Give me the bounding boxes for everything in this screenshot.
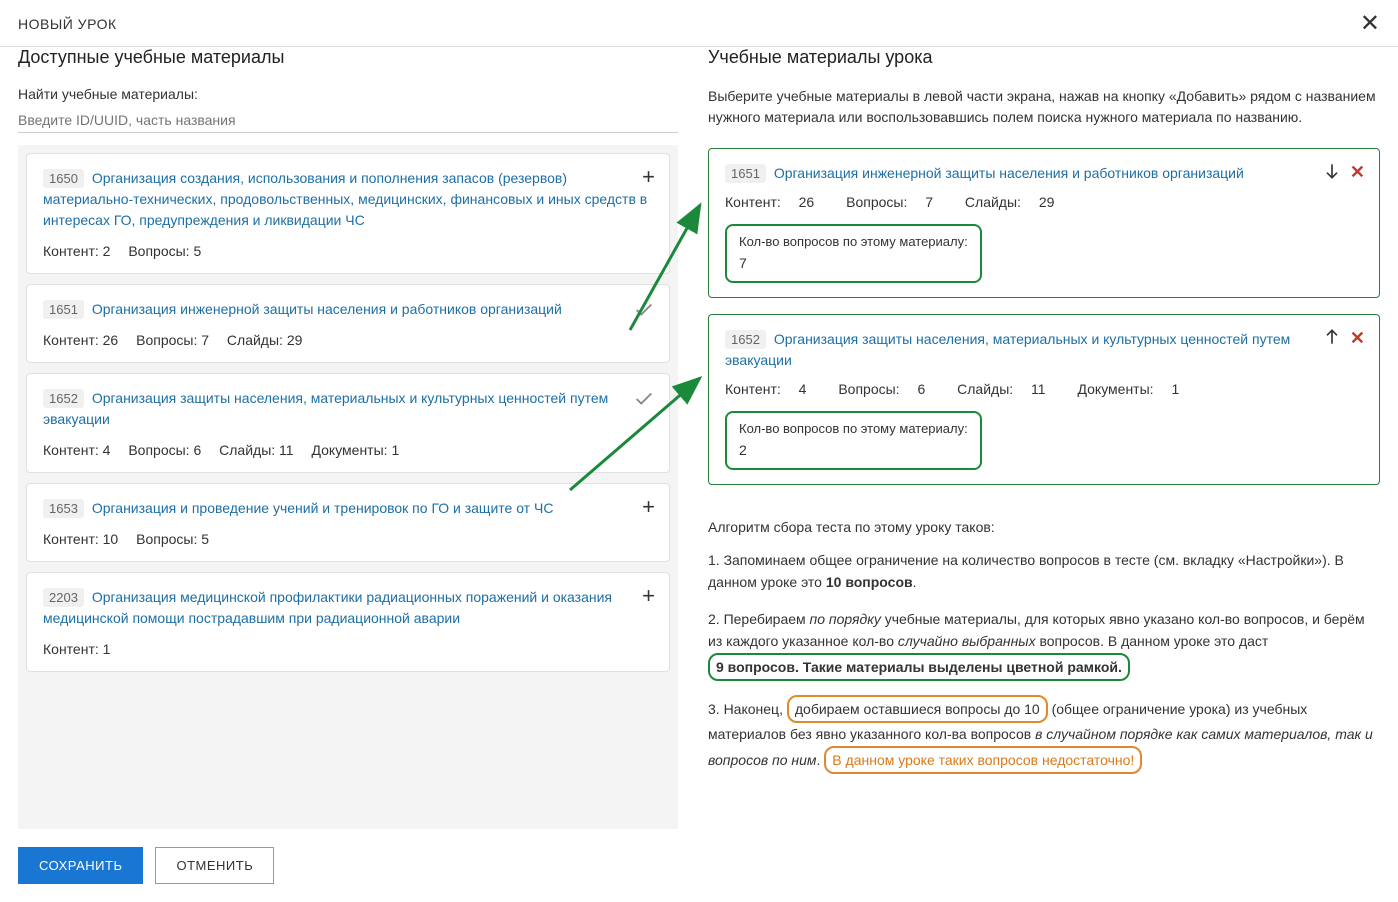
selected-card: 1651 Организация инженерной защиты насел…: [708, 148, 1380, 298]
material-title[interactable]: Организация медицинской профилактики рад…: [43, 589, 612, 626]
search-label: Найти учебные материалы:: [18, 86, 678, 102]
selected-title: Учебные материалы урока: [708, 47, 1380, 68]
material-title[interactable]: Организация создания, использования и по…: [43, 170, 647, 228]
cancel-button[interactable]: ОТМЕНИТЬ: [155, 847, 274, 884]
selected-card: 1652 Организация защиты населения, матер…: [708, 314, 1380, 485]
question-count-box: Кол-во вопросов по этому материалу: 2: [725, 411, 982, 470]
material-meta: Контент: 2 Вопросы: 5: [43, 243, 653, 259]
algo-title: Алгоритм сбора теста по этому уроку тако…: [708, 519, 1380, 535]
modal-title: НОВЫЙ УРОК: [18, 16, 117, 32]
highlight-orange: добираем оставшиеся вопросы до 10: [787, 695, 1048, 723]
material-meta: Контент: 4 Вопросы: 6 Слайды: 11 Докумен…: [43, 442, 653, 458]
material-card: 1651 Организация инженерной защиты насел…: [26, 284, 670, 363]
question-count-input[interactable]: 7: [739, 255, 968, 271]
material-id: 1652: [43, 389, 84, 408]
material-card: 1650 Организация создания, использования…: [26, 153, 670, 274]
material-id: 1653: [43, 499, 84, 518]
material-title[interactable]: Организация и проведение учений и тренир…: [92, 500, 554, 516]
search-input[interactable]: [18, 108, 678, 133]
remove-icon[interactable]: ✕: [1350, 162, 1365, 183]
material-id: 1651: [43, 300, 84, 319]
add-icon[interactable]: +: [642, 166, 655, 188]
check-icon: [633, 388, 655, 413]
material-card: 1652 Организация защиты населения, матер…: [26, 373, 670, 473]
highlight-green: 9 вопросов. Такие материалы выделены цве…: [708, 653, 1130, 681]
material-meta: Контент: 1: [43, 641, 653, 657]
question-count-input[interactable]: 2: [739, 442, 968, 458]
algo-step-3: 3. Наконец, добираем оставшиеся вопросы …: [708, 695, 1380, 774]
available-title: Доступные учебные материалы: [18, 47, 678, 68]
material-card: 2203 Организация медицинской профилактик…: [26, 572, 670, 672]
available-list[interactable]: 1650 Организация создания, использования…: [18, 145, 678, 829]
selected-id: 1651: [725, 164, 766, 183]
material-id: 2203: [43, 588, 84, 607]
selected-meta: Контент: 26 Вопросы: 7 Слайды: 29: [725, 194, 1363, 210]
algo-step-2: 2. Перебираем по порядку учебные материа…: [708, 608, 1380, 681]
check-icon: [633, 299, 655, 324]
material-title[interactable]: Организация инженерной защиты населения …: [92, 301, 562, 317]
selected-meta: Контент: 4 Вопросы: 6 Слайды: 11 Докумен…: [725, 381, 1363, 397]
save-button[interactable]: СОХРАНИТЬ: [18, 847, 143, 884]
instructions-text: Выберите учебные материалы в левой части…: [708, 86, 1380, 128]
add-icon[interactable]: +: [642, 496, 655, 518]
material-meta: Контент: 26 Вопросы: 7 Слайды: 29: [43, 332, 653, 348]
close-icon[interactable]: ✕: [1360, 12, 1380, 36]
selected-id: 1652: [725, 330, 766, 349]
material-id: 1650: [43, 169, 84, 188]
add-icon[interactable]: +: [642, 585, 655, 607]
material-title[interactable]: Организация защиты населения, материальн…: [43, 390, 608, 427]
move-down-icon[interactable]: [1322, 161, 1342, 184]
selected-title-link[interactable]: Организация инженерной защиты населения …: [774, 165, 1304, 181]
move-up-icon[interactable]: [1322, 327, 1342, 350]
material-card: 1653 Организация и проведение учений и т…: [26, 483, 670, 562]
remove-icon[interactable]: ✕: [1350, 328, 1365, 349]
material-meta: Контент: 10 Вопросы: 5: [43, 531, 653, 547]
algo-step-1: 1. Запоминаем общее ограничение на колич…: [708, 549, 1380, 594]
highlight-orange-warning: В данном уроке таких вопросов недостаточ…: [824, 746, 1142, 774]
selected-title-link[interactable]: Организация защиты населения, материальн…: [725, 331, 1290, 368]
question-count-box: Кол-во вопросов по этому материалу: 7: [725, 224, 982, 283]
